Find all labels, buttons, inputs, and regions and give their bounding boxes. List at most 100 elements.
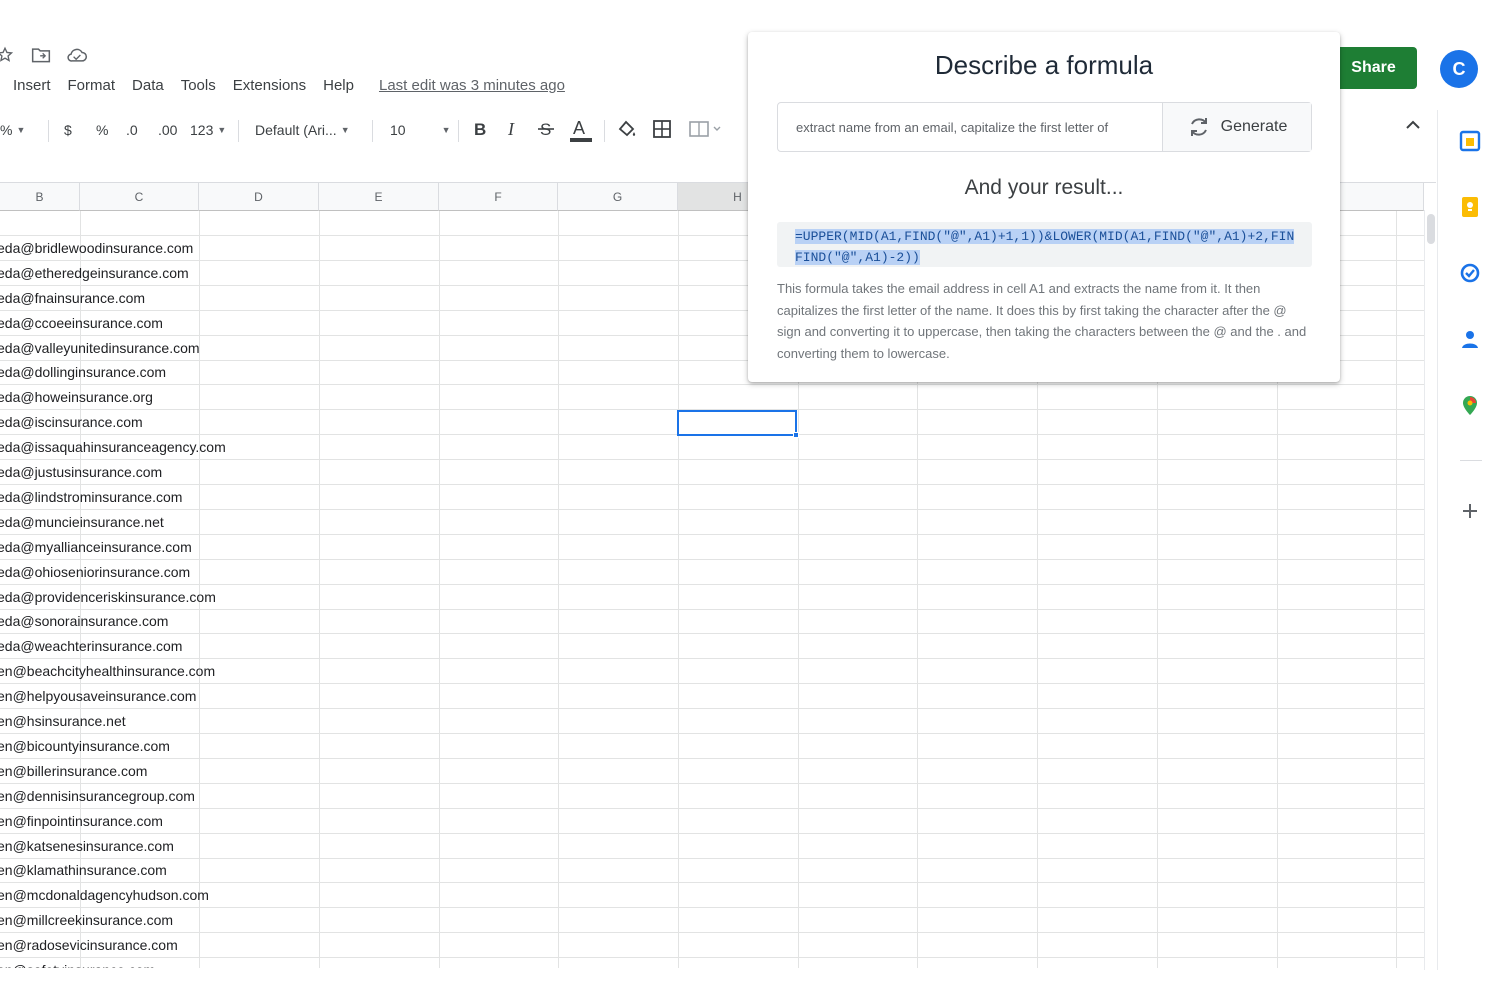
cloud-status-icon[interactable]	[66, 44, 88, 66]
cell-value[interactable]: en@klamathinsurance.com	[0, 862, 167, 878]
side-panel-divider	[1460, 460, 1482, 461]
formula-result[interactable]: =UPPER(MID(A1,FIND("@",A1)+1,1))&LOWER(M…	[795, 226, 1295, 267]
tasks-icon[interactable]	[1459, 262, 1481, 284]
format-percent-button[interactable]: %	[96, 122, 108, 138]
svg-text:B: B	[474, 120, 486, 139]
cell-value[interactable]: eda@justusinsurance.com	[0, 464, 162, 480]
fill-color-icon[interactable]	[617, 119, 637, 139]
cell-value[interactable]: en@finpointinsurance.com	[0, 813, 163, 829]
cell-value[interactable]: en@helpyousaveinsurance.com	[0, 688, 196, 704]
calendar-icon[interactable]	[1459, 130, 1481, 152]
contacts-icon[interactable]	[1459, 328, 1481, 350]
cell-value[interactable]: eda@ccoeeinsurance.com	[0, 315, 163, 331]
cell-value[interactable]: en@millcreekinsurance.com	[0, 912, 173, 928]
table-row: eda@sonorainsurance.com	[0, 609, 1424, 635]
strikethrough-icon[interactable]: S	[537, 119, 555, 139]
title-icons	[0, 44, 88, 66]
cell-value[interactable]: eda@muncieinsurance.net	[0, 514, 164, 530]
cell-value[interactable]: eda@iscinsurance.com	[0, 414, 143, 430]
more-formats-select[interactable]: 123 ▼	[190, 122, 226, 138]
last-edit-link[interactable]: Last edit was 3 minutes ago	[379, 77, 565, 94]
cell-value[interactable]: eda@fnainsurance.com	[0, 290, 145, 306]
borders-icon[interactable]	[652, 119, 672, 139]
cell-value[interactable]: en@mcdonaldagencyhudson.com	[0, 887, 209, 903]
cell-value[interactable]: eda@myallianceinsurance.com	[0, 539, 192, 555]
generate-label: Generate	[1220, 118, 1288, 135]
svg-text:A: A	[573, 118, 585, 138]
table-row: eda@myallianceinsurance.com	[0, 535, 1424, 560]
move-to-folder-icon[interactable]	[30, 44, 52, 66]
menu-data[interactable]: Data	[132, 77, 164, 94]
avatar[interactable]: C	[1440, 50, 1478, 88]
column-header-f[interactable]: F	[439, 183, 558, 211]
menu-format[interactable]: Format	[68, 77, 116, 94]
merge-cells-icon[interactable]	[688, 119, 722, 139]
generate-button[interactable]: Generate	[1162, 103, 1311, 151]
cell-value[interactable]: eda@valleyunitedinsurance.com	[0, 340, 200, 356]
font-size-select[interactable]: 10 ▼	[390, 122, 451, 138]
decrease-decimal-button[interactable]: .0	[126, 122, 138, 138]
table-row: en@dennisinsurancegroup.com	[0, 784, 1424, 809]
font-select[interactable]: Default (Ari... ▼	[255, 122, 350, 138]
cell-value[interactable]: en@bicountyinsurance.com	[0, 738, 170, 754]
chevron-down-icon: ▼	[217, 125, 227, 135]
column-header-g[interactable]: G	[558, 183, 678, 211]
cell-value[interactable]: eda@sonorainsurance.com	[0, 613, 168, 629]
table-row: eda@ohioseniorinsurance.com	[0, 560, 1424, 585]
cell-value[interactable]: eda@dollinginsurance.com	[0, 364, 166, 380]
table-row: en@safetyinsurance.com	[0, 958, 1424, 968]
column-header-e[interactable]: E	[319, 183, 439, 211]
chevron-down-icon: ▼	[441, 125, 451, 135]
scrollbar-thumb[interactable]	[1427, 214, 1435, 244]
cell-value[interactable]: eda@providenceriskinsurance.com	[0, 589, 216, 605]
toolbar-divider	[372, 120, 373, 142]
star-icon[interactable]	[0, 44, 16, 66]
text-color-icon[interactable]: A	[569, 116, 593, 144]
cell-value[interactable]: en@beachcityhealthinsurance.com	[0, 663, 215, 679]
menu-insert[interactable]: Insert	[13, 77, 51, 94]
cell-value[interactable]: eda@weachterinsurance.com	[0, 638, 182, 654]
toolbar-divider	[48, 120, 49, 142]
column-header-b[interactable]: B	[0, 183, 80, 211]
format-currency-button[interactable]: $	[64, 122, 72, 138]
chevron-down-icon: ▼	[340, 125, 350, 135]
bold-icon[interactable]: B	[472, 119, 488, 139]
cell-value[interactable]: eda@etheredgeinsurance.com	[0, 265, 189, 281]
selected-cell[interactable]	[677, 410, 799, 438]
table-row: eda@justusinsurance.com	[0, 460, 1424, 485]
zoom-select[interactable]: % ▼	[0, 122, 25, 138]
formula-description-field: Generate	[777, 102, 1312, 152]
table-row: en@bicountyinsurance.com	[0, 734, 1424, 759]
table-row: en@radosevicinsurance.com	[0, 933, 1424, 959]
cell-value[interactable]: eda@howeinsurance.org	[0, 389, 153, 405]
maps-icon[interactable]	[1459, 394, 1481, 416]
cell-value[interactable]: eda@lindstrominsurance.com	[0, 489, 182, 505]
cell-value[interactable]: eda@ohioseniorinsurance.com	[0, 564, 190, 580]
cell-value[interactable]: eda@bridlewoodinsurance.com	[0, 240, 193, 256]
add-icon[interactable]	[1459, 500, 1481, 522]
menu-extensions[interactable]: Extensions	[233, 77, 306, 94]
fill-handle[interactable]	[793, 432, 799, 438]
cell-value[interactable]: en@dennisinsurancegroup.com	[0, 788, 195, 804]
cell-value[interactable]: eda@issaquahinsuranceagency.com	[0, 439, 226, 455]
font-label: Default (Ari...	[255, 122, 337, 138]
collapse-toolbar-icon[interactable]	[1404, 118, 1422, 137]
menu-tools[interactable]: Tools	[181, 77, 216, 94]
cell-value[interactable]: en@safetyinsurance.com	[0, 962, 155, 968]
cell-value[interactable]: en@radosevicinsurance.com	[0, 937, 178, 953]
increase-decimal-button[interactable]: .00	[158, 122, 177, 138]
cell-value[interactable]: en@katsenesinsurance.com	[0, 838, 174, 854]
formula-result-box[interactable]: =UPPER(MID(A1,FIND("@",A1)+1,1))&LOWER(M…	[777, 222, 1312, 267]
formula-description-input[interactable]	[778, 103, 1164, 151]
menu-help[interactable]: Help	[323, 77, 354, 94]
keep-icon[interactable]	[1459, 196, 1481, 218]
column-header-c[interactable]: C	[80, 183, 199, 211]
formula-line-2: FIND("@",A1)-2))	[795, 250, 920, 265]
column-header-d[interactable]: D	[199, 183, 319, 211]
table-row: eda@muncieinsurance.net	[0, 510, 1424, 535]
italic-icon[interactable]: I	[505, 119, 521, 139]
cell-value[interactable]: en@billerinsurance.com	[0, 763, 147, 779]
vertical-scrollbar[interactable]	[1424, 210, 1436, 970]
share-button[interactable]: Share	[1330, 47, 1417, 89]
cell-value[interactable]: en@hsinsurance.net	[0, 713, 126, 729]
